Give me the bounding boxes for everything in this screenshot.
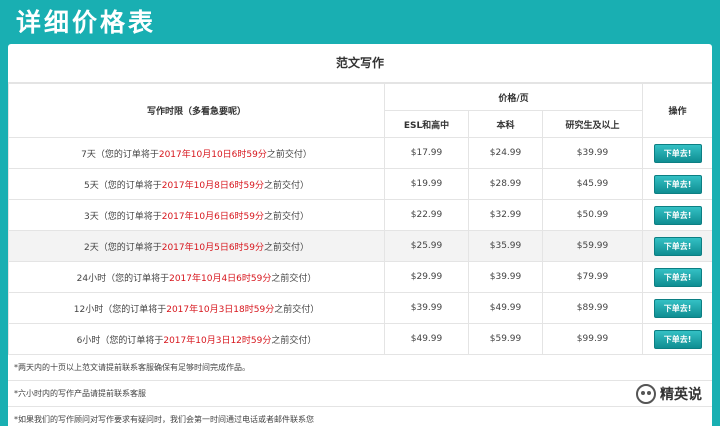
action-cell: 下单去!: [642, 199, 712, 231]
table-row: 2天（您的订单将于2017年10月5日6时59分之前交付） $25.99 $35.9…: [8, 230, 712, 262]
deadline-cell: 6小时（您的订单将于2017年10月3日12时59分之前交付）: [8, 323, 385, 355]
deadline-value: 2天: [83, 242, 99, 253]
action-cell: 下单去!: [642, 230, 712, 262]
price-undergrad: $35.99: [468, 230, 543, 262]
action-cell: 下单去!: [642, 137, 712, 169]
delivery-suffix: 之前交付）: [264, 180, 310, 191]
deadline-cell: 24小时（您的订单将于2017年10月4日6时59分之前交付）: [8, 261, 385, 293]
order-button[interactable]: 下单去!: [653, 267, 702, 287]
delivery-date: 2017年10月3日18时59分: [166, 304, 275, 315]
section-title: 范文写作: [8, 44, 712, 83]
deadline-value: 7天: [81, 149, 96, 160]
price-grad: $89.99: [541, 292, 644, 324]
delivery-suffix: 之前交付）: [274, 304, 320, 315]
price-esl: $22.99: [384, 199, 469, 231]
price-undergrad: $59.99: [468, 323, 543, 355]
table-row: 7天（您的订单将于2017年10月10日6时59分之前交付） $17.99 $24.…: [8, 137, 712, 169]
page-title: 详细价格表: [16, 8, 157, 37]
deadline-value: 12小时: [73, 304, 104, 315]
price-esl: $25.99: [384, 230, 469, 262]
price-esl: $49.99: [384, 323, 469, 355]
deadline-cell: 5天（您的订单将于2017年10月8日6时59分之前交付）: [8, 168, 385, 200]
level-header-undergrad: 本科: [468, 110, 543, 138]
deadline-cell: 3天（您的订单将于2017年10月6日6时59分之前交付）: [8, 199, 385, 231]
delivery-date: 2017年10月10日6时59分: [158, 149, 267, 160]
watermark-text: 精英说: [660, 387, 702, 403]
action-cell: 下单去!: [642, 323, 712, 355]
price-grad: $59.99: [541, 230, 644, 262]
action-cell: 下单去!: [642, 292, 712, 324]
delivery-prefix: （您的订单将于: [98, 211, 162, 222]
order-button[interactable]: 下单去!: [653, 143, 702, 163]
table-row: 3天（您的订单将于2017年10月6日6时59分之前交付） $22.99 $32.9…: [8, 199, 712, 231]
deadline-value: 3天: [83, 211, 99, 222]
price-undergrad: $39.99: [468, 261, 543, 293]
order-button[interactable]: 下单去!: [653, 329, 702, 349]
delivery-prefix: （您的订单将于: [106, 273, 170, 284]
delivery-suffix: 之前交付）: [264, 211, 310, 222]
price-grad: $45.99: [541, 168, 644, 200]
price-table: 写作时限（多看急要呢） 价格/页 操作 ESL和高中 本科 研究生及以上 7天（…: [8, 83, 712, 355]
delivery-prefix: （您的订单将于: [98, 242, 162, 253]
table-row: 5天（您的订单将于2017年10月8日6时59分之前交付） $19.99 $28.9…: [8, 168, 712, 200]
price-undergrad: $32.99: [468, 199, 543, 231]
deadline-cell: 7天（您的订单将于2017年10月10日6时59分之前交付）: [8, 137, 385, 169]
delivery-suffix: 之前交付）: [264, 242, 310, 253]
table-row: 24小时（您的订单将于2017年10月4日6时59分之前交付） $29.99 $39…: [8, 261, 712, 293]
action-header: 操作: [642, 83, 712, 138]
order-button[interactable]: 下单去!: [653, 298, 702, 318]
price-esl: $39.99: [384, 292, 469, 324]
order-button[interactable]: 下单去!: [653, 236, 702, 256]
price-grad: $50.99: [541, 199, 644, 231]
price-esl: $29.99: [384, 261, 469, 293]
watermark: 精英说: [636, 384, 702, 404]
level-header-grad: 研究生及以上: [541, 110, 644, 138]
order-button[interactable]: 下单去!: [653, 205, 702, 225]
wechat-logo-icon: [636, 384, 656, 404]
price-esl: $19.99: [384, 168, 469, 200]
deadline-cell: 2天（您的订单将于2017年10月5日6时59分之前交付）: [8, 230, 385, 262]
delivery-date: 2017年10月8日6时59分: [161, 180, 264, 191]
note-item: *两天内的十页以上范文请提前联系客服确保有足够时间完成作品。: [8, 355, 712, 381]
delivery-date: 2017年10月6日6时59分: [161, 211, 264, 222]
deadline-value: 6小时: [76, 335, 101, 346]
delivery-prefix: （您的订单将于: [100, 335, 164, 346]
deadline-value: 5天: [83, 180, 99, 191]
notes: *两天内的十页以上范文请提前联系客服确保有足够时间完成作品。 *六小时内的写作产…: [8, 355, 712, 426]
deadline-value: 24小时: [76, 273, 107, 284]
delivery-prefix: （您的订单将于: [98, 180, 162, 191]
table-row: 12小时（您的订单将于2017年10月3日18时59分之前交付） $39.99 $4…: [8, 292, 712, 324]
delivery-date: 2017年10月3日12时59分: [163, 335, 272, 346]
delivery-date: 2017年10月5日6时59分: [161, 242, 264, 253]
price-undergrad: $28.99: [468, 168, 543, 200]
deadline-cell: 12小时（您的订单将于2017年10月3日18时59分之前交付）: [8, 292, 385, 324]
price-grad: $99.99: [541, 323, 644, 355]
delivery-suffix: 之前交付）: [271, 335, 317, 346]
delivery-date: 2017年10月4日6时59分: [169, 273, 272, 284]
delivery-prefix: （您的订单将于: [103, 304, 167, 315]
price-grad: $79.99: [541, 261, 644, 293]
delivery-prefix: （您的订单将于: [95, 149, 159, 160]
price-header: 价格/页: [383, 83, 644, 111]
note-item: *六小时内的写作产品请提前联系客服: [8, 381, 712, 407]
level-header-esl: ESL和高中: [384, 110, 469, 138]
deadline-header: 写作时限（多看急要呢）: [8, 83, 385, 138]
price-undergrad: $24.99: [468, 137, 543, 169]
action-cell: 下单去!: [642, 168, 712, 200]
price-grad: $39.99: [541, 137, 644, 169]
note-item: *如果我们的写作顾问对写作要求有疑问时，我们会第一时间通过电话或者邮件联系您: [8, 407, 712, 426]
delivery-suffix: 之前交付）: [271, 273, 317, 284]
price-undergrad: $49.99: [468, 292, 543, 324]
delivery-suffix: 之前交付）: [266, 149, 312, 160]
table-row: 6小时（您的订单将于2017年10月3日12时59分之前交付） $49.99 $59…: [8, 323, 712, 355]
price-esl: $17.99: [384, 137, 469, 169]
order-button[interactable]: 下单去!: [653, 174, 702, 194]
action-cell: 下单去!: [642, 261, 712, 293]
price-panel: 范文写作 写作时限（多看急要呢） 价格/页 操作 ESL和高中 本科 研究生及以…: [8, 44, 712, 426]
